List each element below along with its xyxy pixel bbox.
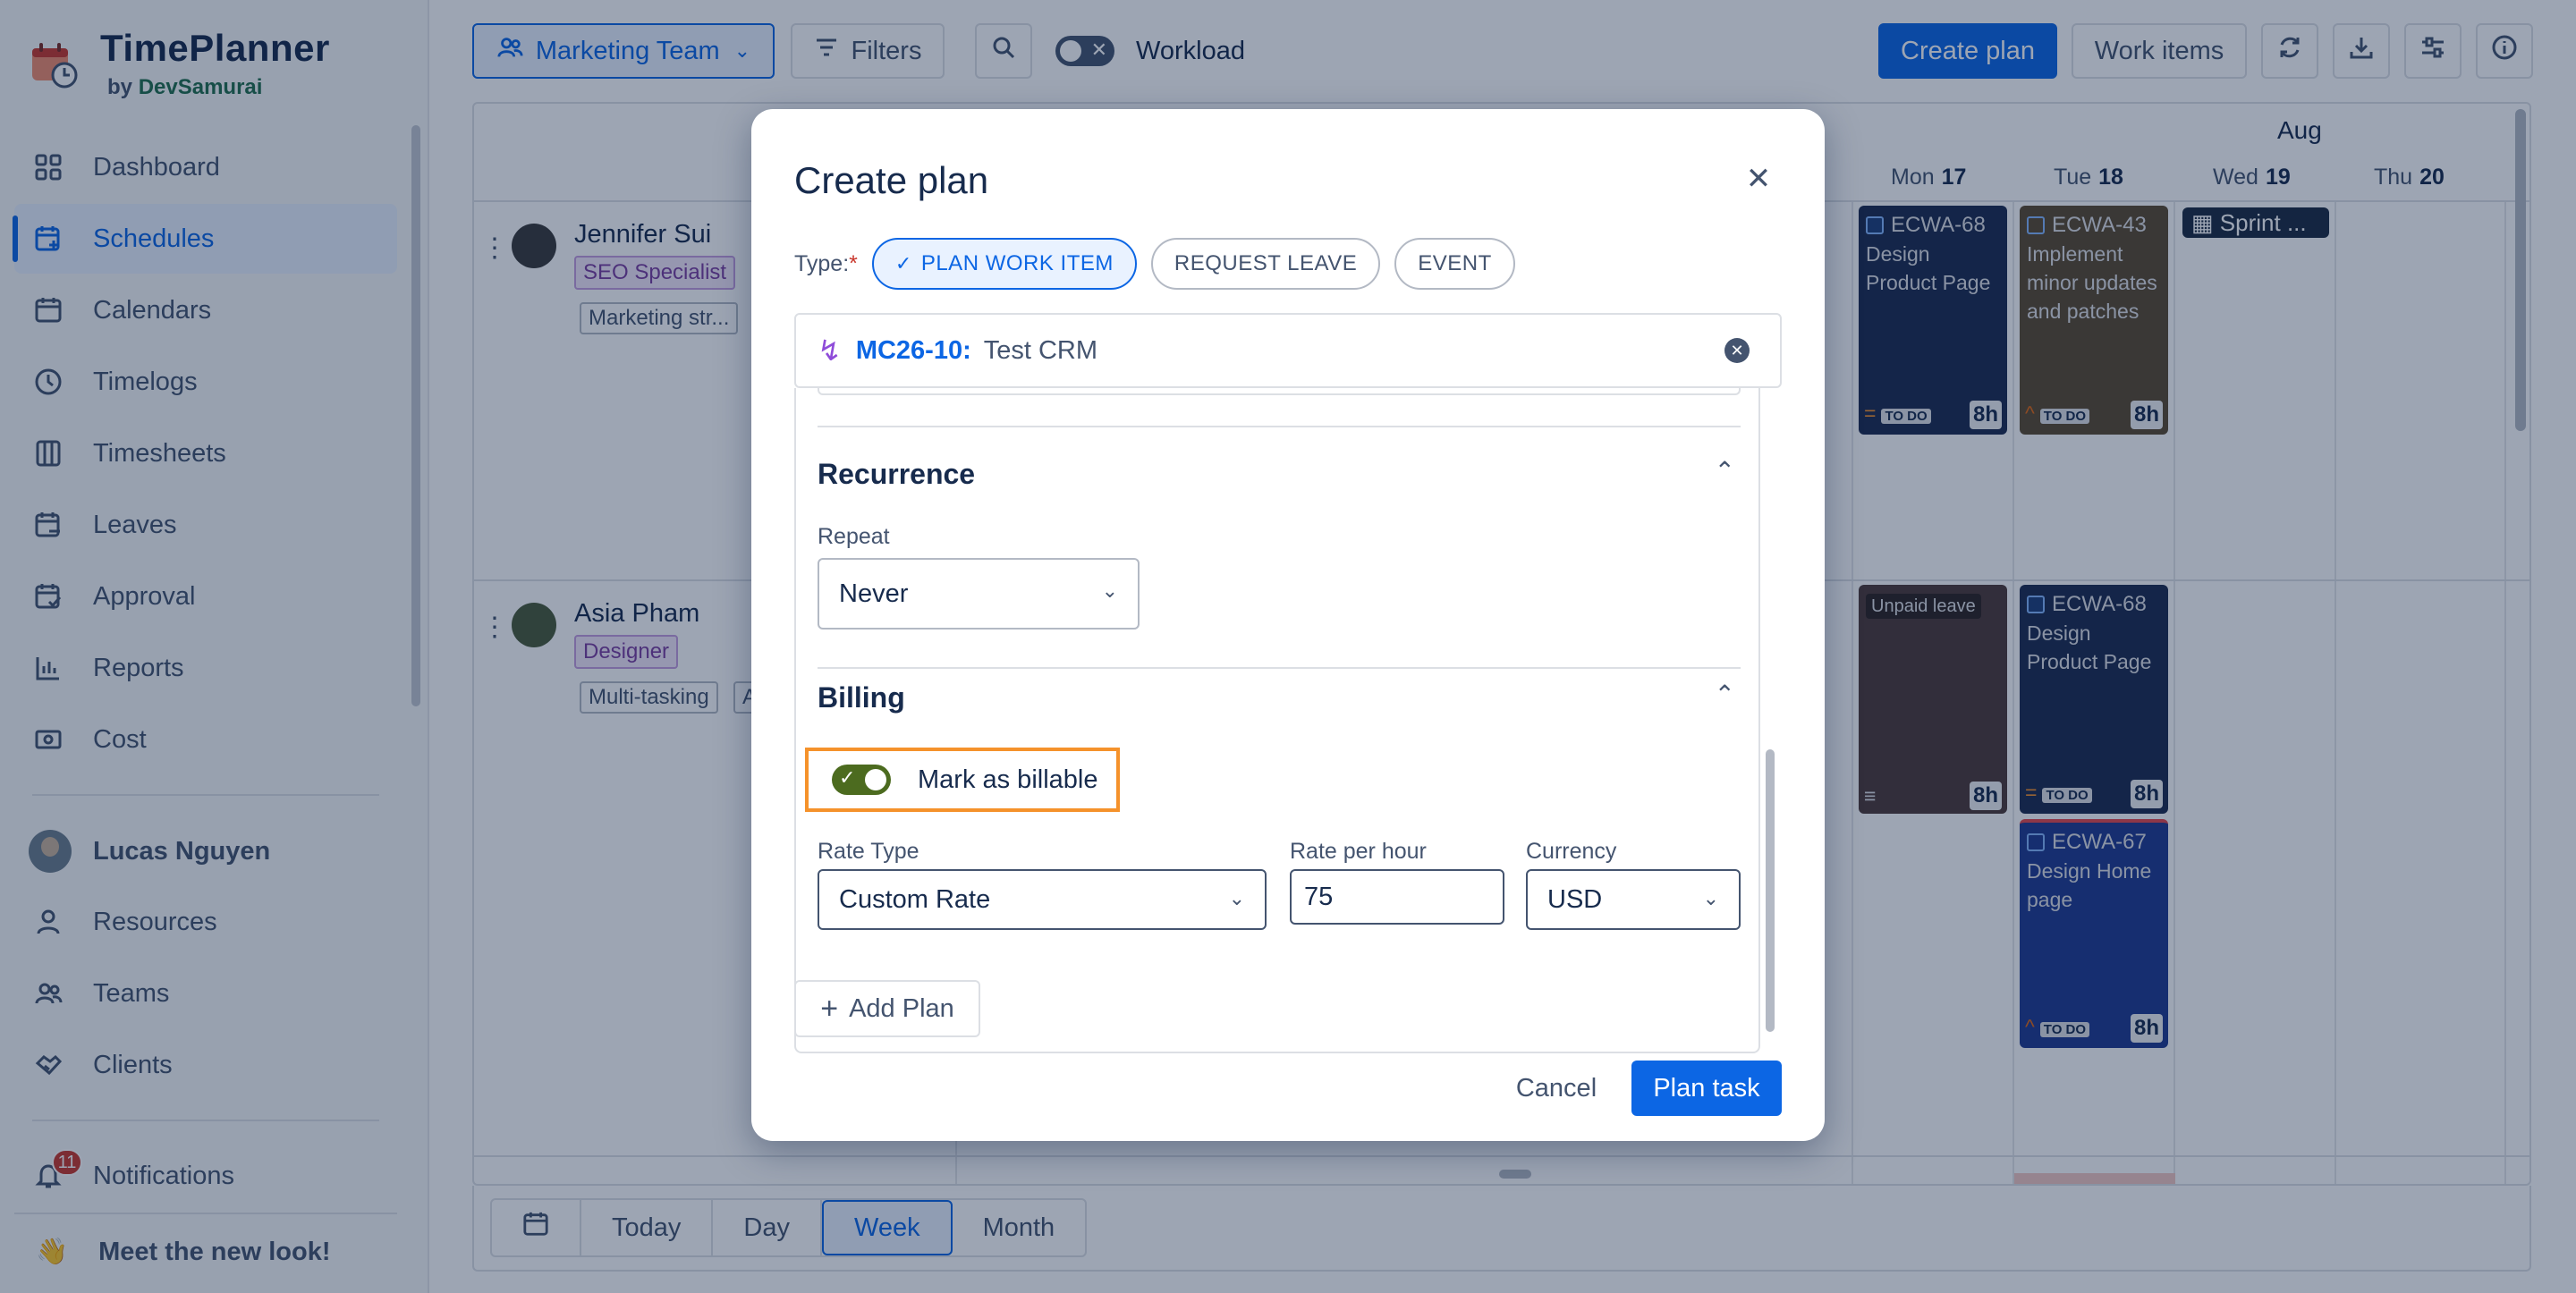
repeat-value: Never	[839, 579, 909, 608]
currency-label: Currency	[1526, 839, 1617, 864]
billing-title: Billing	[818, 681, 905, 714]
plan-details-card: Recurrence ⌃ Repeat Never ⌄ Billing ⌃ ✓ …	[794, 388, 1760, 1053]
currency-value: USD	[1547, 884, 1603, 914]
type-plan-work-item[interactable]: ✓ PLAN WORK ITEM	[871, 238, 1137, 290]
chevron-down-icon: ⌄	[1228, 887, 1245, 909]
create-plan-dialog: Create plan ✕ Type:* ✓ PLAN WORK ITEM REQ…	[751, 109, 1825, 1141]
rate-type-select[interactable]: Custom Rate ⌄	[818, 869, 1267, 930]
chevron-down-icon: ⌄	[1702, 887, 1719, 909]
type-event[interactable]: EVENT	[1394, 238, 1515, 290]
plan-task-button[interactable]: Plan task	[1631, 1061, 1782, 1116]
cancel-button[interactable]: Cancel	[1503, 1061, 1610, 1116]
work-item-name: Test CRM	[983, 335, 1098, 365]
lightning-icon: ↯	[818, 334, 842, 367]
work-item-field[interactable]: ↯ MC26-10: Test CRM ✕	[794, 313, 1782, 388]
rate-per-hour-label: Rate per hour	[1290, 839, 1427, 864]
clear-icon[interactable]: ✕	[1724, 338, 1750, 363]
rate-type-value: Custom Rate	[839, 884, 991, 914]
dialog-scrollbar[interactable]	[1766, 749, 1775, 1032]
section-divider	[818, 426, 1741, 427]
currency-select[interactable]: USD ⌄	[1526, 869, 1741, 930]
section-divider	[818, 667, 1741, 669]
add-plan-button[interactable]: + Add Plan	[794, 980, 980, 1037]
add-plan-label: Add Plan	[849, 993, 954, 1023]
rate-per-hour-input[interactable]: 75	[1290, 869, 1504, 925]
repeat-select[interactable]: Never ⌄	[818, 558, 1140, 630]
recurrence-title: Recurrence	[818, 458, 976, 490]
mark-as-billable-toggle[interactable]: ✓ Mark as billable	[805, 748, 1120, 812]
type-label: Type:*	[794, 250, 858, 276]
dialog-title: Create plan	[794, 159, 989, 201]
rate-per-hour-value: 75	[1304, 882, 1334, 911]
plan-type-selector: Type:* ✓ PLAN WORK ITEM REQUEST LEAVE EVE…	[794, 238, 1530, 290]
check-icon: ✓	[839, 766, 856, 789]
close-button[interactable]: ✕	[1739, 159, 1778, 199]
close-icon: ✕	[1745, 162, 1772, 196]
billable-switch[interactable]: ✓	[832, 765, 891, 795]
chevron-up-icon[interactable]: ⌃	[1715, 456, 1735, 486]
billable-label: Mark as billable	[918, 765, 1098, 794]
work-item-key: MC26-10:	[855, 335, 971, 365]
dialog-scroll-body: Recurrence ⌃ Repeat Never ⌄ Billing ⌃ ✓ …	[794, 388, 1760, 1073]
check-icon: ✓	[894, 252, 912, 275]
chevron-down-icon: ⌄	[1101, 579, 1118, 602]
chevron-up-icon[interactable]: ⌃	[1715, 680, 1735, 709]
repeat-label: Repeat	[818, 524, 890, 549]
previous-field	[818, 388, 1741, 395]
plus-icon: +	[820, 991, 839, 1026]
type-request-leave[interactable]: REQUEST LEAVE	[1150, 238, 1381, 290]
rate-type-label: Rate Type	[818, 839, 919, 864]
